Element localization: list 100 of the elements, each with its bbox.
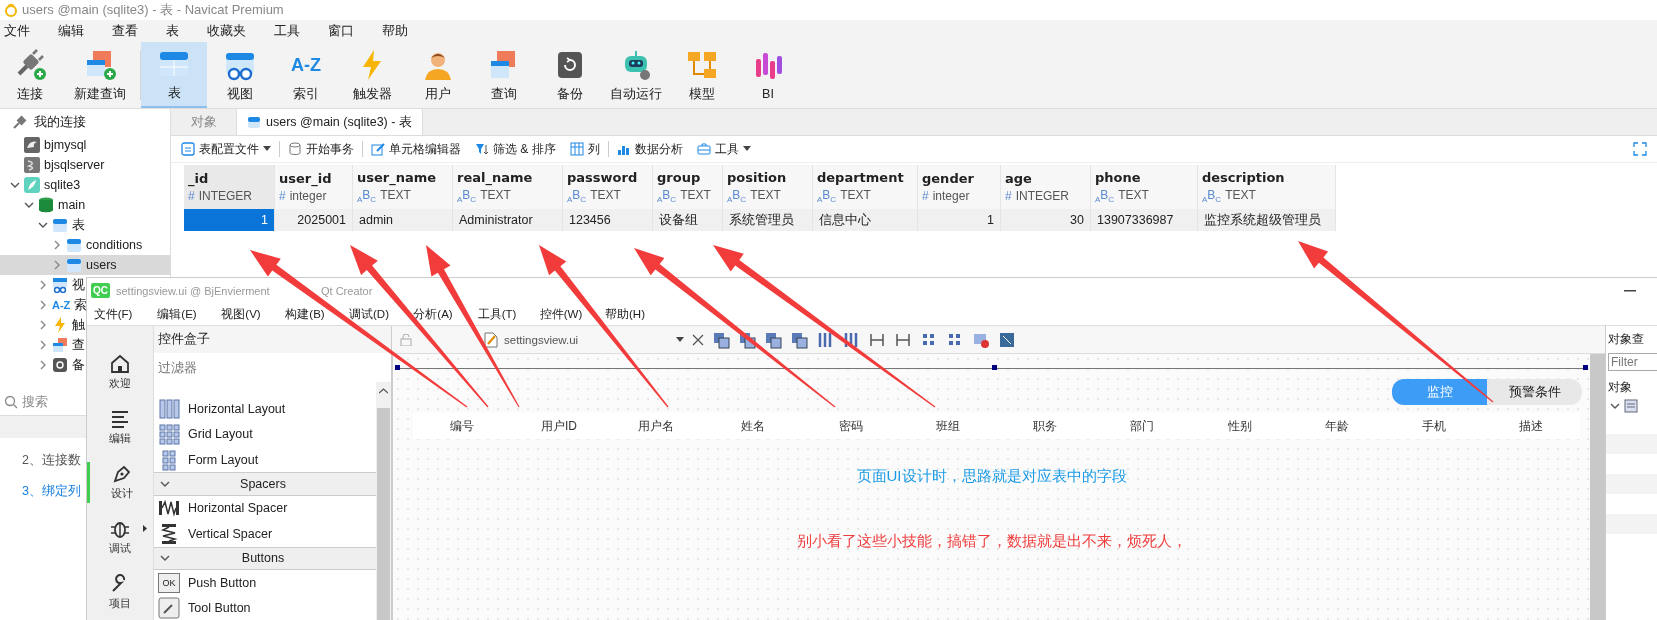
toolbar-button[interactable]: BI: [735, 42, 801, 108]
table-cell[interactable]: 2025001: [275, 209, 353, 231]
expand-icon[interactable]: [52, 240, 62, 250]
toolbar-button[interactable]: 查询: [471, 42, 537, 108]
menu-item[interactable]: 编辑(E): [157, 306, 197, 322]
column-header[interactable]: 部门: [1093, 417, 1191, 435]
column-header[interactable]: user_id # integer: [275, 165, 353, 209]
menu-item[interactable]: 窗口: [324, 22, 370, 40]
menu-item[interactable]: 查看: [108, 22, 154, 40]
tree-item[interactable]: A-Z 索: [0, 295, 87, 315]
tree-item[interactable]: 触: [0, 315, 85, 335]
category-header[interactable]: Spacers: [154, 472, 376, 496]
tree-item[interactable]: 查: [0, 335, 85, 355]
toolbar-button[interactable]: 表配置文件: [175, 140, 277, 158]
column-header[interactable]: 用户ID: [510, 417, 608, 435]
menu-item[interactable]: 控件(W): [539, 306, 583, 322]
mode-button[interactable]: 欢迎: [87, 352, 153, 393]
expand-icon[interactable]: [38, 300, 48, 310]
expand-icon[interactable]: [38, 320, 48, 330]
widget-item[interactable]: Grid Layout: [154, 421, 376, 447]
tab[interactable]: users @main (sqlite3) - 表: [237, 109, 423, 135]
collapse-icon[interactable]: [10, 180, 20, 190]
menu-item[interactable]: 文件: [0, 22, 46, 40]
scrollbar-thumb[interactable]: [1590, 354, 1605, 620]
column-header[interactable]: department $_{A}$B$_{C}$ TEXT: [813, 165, 918, 209]
toolbar-button[interactable]: 单元格编辑器: [365, 140, 467, 158]
tree-item[interactable]: main: [0, 195, 86, 215]
table-cell[interactable]: 系统管理员: [723, 209, 813, 231]
tree-item[interactable]: bjmysql: [0, 135, 87, 155]
widget-item[interactable]: OK Push Button: [154, 570, 376, 596]
toolbar-button[interactable]: 新建查询: [60, 42, 140, 108]
toolbar-button[interactable]: 视图: [207, 42, 273, 108]
mode-button[interactable]: 编辑: [87, 407, 153, 448]
expand-icon[interactable]: [52, 260, 62, 270]
toolbar-button[interactable]: 连接: [0, 42, 60, 108]
toolbar-button[interactable]: 模型: [669, 42, 735, 108]
table-cell[interactable]: 123456: [563, 209, 653, 231]
column-header[interactable]: 用户名: [607, 417, 705, 435]
column-header[interactable]: user_name $_{A}$B$_{C}$ TEXT: [353, 165, 453, 209]
menu-item[interactable]: 构建(B): [285, 306, 325, 322]
tree-item[interactable]: 表: [0, 215, 85, 235]
table-cell[interactable]: Administrator: [453, 209, 563, 231]
collapse-icon[interactable]: [38, 220, 48, 230]
menu-item[interactable]: 工具: [270, 22, 316, 40]
collapse-icon[interactable]: [1610, 401, 1620, 411]
toolbar-button[interactable]: 表: [141, 42, 207, 108]
menu-item[interactable]: 收藏夹: [203, 22, 262, 40]
column-header[interactable]: group $_{A}$B$_{C}$ TEXT: [653, 165, 723, 209]
menu-item[interactable]: 分析(A): [413, 306, 453, 322]
column-header[interactable]: gender # integer: [918, 165, 1001, 209]
selection-handle[interactable]: [991, 365, 997, 370]
table-cell[interactable]: 30: [1001, 209, 1091, 231]
column-header[interactable]: 描述: [1482, 417, 1580, 435]
column-header[interactable]: 性别: [1191, 417, 1289, 435]
menu-item[interactable]: 文件(F): [93, 306, 133, 322]
mode-button[interactable]: 调试: [87, 517, 153, 558]
tab[interactable]: 预警条件: [1487, 379, 1582, 405]
tree-item[interactable]: sqlite3: [0, 175, 81, 195]
mode-button[interactable]: 项目: [87, 572, 153, 613]
table-cell[interactable]: 13907336987: [1091, 209, 1198, 231]
table-cell[interactable]: 监控系统超级管理员: [1198, 209, 1336, 231]
column-header[interactable]: description $_{A}$B$_{C}$ TEXT: [1198, 165, 1336, 209]
toolbar-button[interactable]: 用户: [405, 42, 471, 108]
menu-item[interactable]: 视图(V): [221, 306, 261, 322]
column-header[interactable]: phone $_{A}$B$_{C}$ TEXT: [1091, 165, 1198, 209]
column-header[interactable]: 手机: [1385, 417, 1483, 435]
tree-item[interactable]: 备: [0, 355, 85, 375]
column-header[interactable]: 班组: [899, 417, 997, 435]
widget-item[interactable]: Tool Button: [154, 595, 376, 620]
expand-icon[interactable]: [38, 340, 48, 350]
table-cell[interactable]: 1: [184, 209, 275, 231]
toolbar-button[interactable]: 数据分析: [610, 140, 689, 158]
table-cell[interactable]: admin: [353, 209, 453, 231]
toolbar-button[interactable]: 工具: [690, 140, 757, 158]
column-header[interactable]: position $_{A}$B$_{C}$ TEXT: [723, 165, 813, 209]
menu-item[interactable]: 调试(D): [349, 306, 389, 322]
column-header[interactable]: password $_{A}$B$_{C}$ TEXT: [563, 165, 653, 209]
expand-icon[interactable]: [38, 280, 48, 290]
table-cell[interactable]: 信息中心: [813, 209, 918, 231]
table-cell[interactable]: 设备组: [653, 209, 723, 231]
table-cell[interactable]: 1: [918, 209, 1001, 231]
tree-item[interactable]: users: [0, 255, 170, 275]
filter-field[interactable]: 过滤器: [154, 353, 391, 382]
menu-item[interactable]: 工具(T): [477, 306, 517, 322]
selection-handle[interactable]: [395, 365, 400, 370]
column-header[interactable]: 年龄: [1288, 417, 1386, 435]
toolbar-button[interactable]: 触发器: [339, 42, 405, 108]
selection-handle[interactable]: [1583, 365, 1588, 370]
column-header[interactable]: _id # INTEGER: [184, 165, 275, 209]
filter-field[interactable]: Filter: [1608, 353, 1657, 371]
column-header[interactable]: 姓名: [704, 417, 802, 435]
tree-item[interactable]: 视: [0, 275, 85, 295]
category-header[interactable]: Buttons: [154, 546, 376, 571]
widget-item[interactable]: Horizontal Spacer: [154, 495, 376, 522]
menu-item[interactable]: 帮助: [378, 22, 424, 40]
tree-item[interactable]: conditions: [0, 235, 143, 255]
menu-item[interactable]: 编辑: [54, 22, 100, 40]
widget-item[interactable]: Horizontal Layout: [154, 396, 376, 422]
toolbar-button[interactable]: 列: [563, 140, 606, 158]
column-header[interactable]: age # INTEGER: [1001, 165, 1091, 209]
